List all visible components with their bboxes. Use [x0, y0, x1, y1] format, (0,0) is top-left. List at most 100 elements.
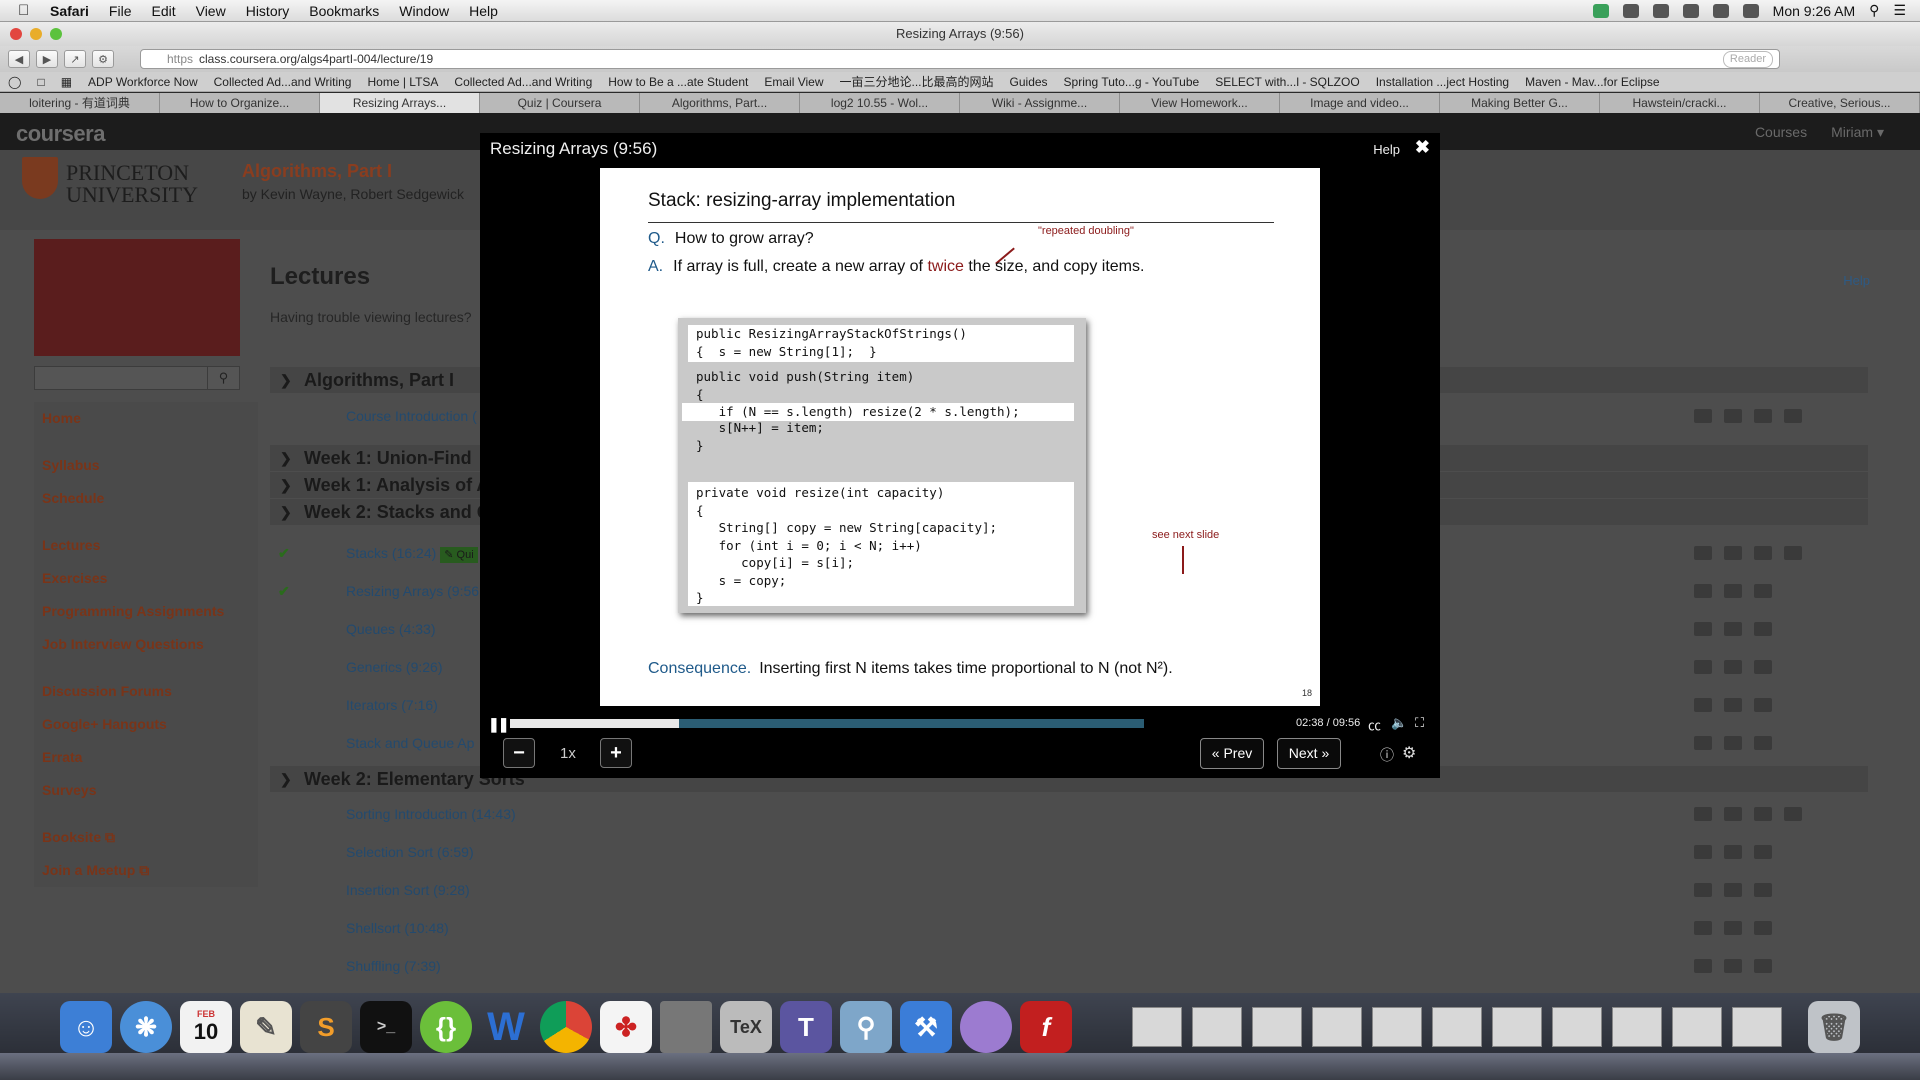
help-link[interactable]: Help: [1843, 273, 1870, 288]
bookmark-item[interactable]: Email View: [756, 75, 831, 89]
courses-link[interactable]: Courses: [1755, 124, 1807, 141]
browser-tab-active[interactable]: Resizing Arrays...: [320, 93, 480, 113]
safari-icon[interactable]: ❋: [120, 1001, 172, 1053]
bookmark-item[interactable]: Guides: [1002, 75, 1056, 89]
bookmark-item[interactable]: Home | LTSA: [359, 75, 446, 89]
sidebar-item-syllabus[interactable]: Syllabus: [34, 449, 258, 482]
sidebar-item-lectures[interactable]: Lectures: [34, 529, 258, 562]
minimize-window-button[interactable]: [30, 28, 42, 40]
menu-window[interactable]: Window: [389, 3, 459, 19]
reading-list-icon[interactable]: ◯: [0, 75, 29, 89]
share-icon[interactable]: ↗: [64, 50, 86, 68]
browser-tab[interactable]: Wiki - Assignme...: [960, 93, 1120, 113]
sidebar-item-home[interactable]: Home: [34, 402, 258, 435]
textmate-icon[interactable]: T: [780, 1001, 832, 1053]
minimized-window-thumbnail[interactable]: [1492, 1007, 1542, 1047]
bookmark-item[interactable]: Spring Tuto...g - YouTube: [1056, 75, 1208, 89]
menu-edit[interactable]: Edit: [141, 3, 185, 19]
sidebar-item-meetup[interactable]: Join a Meetup ⧉: [34, 854, 258, 887]
increase-speed-button[interactable]: +: [600, 738, 632, 768]
sidebar-item-hangouts[interactable]: Google+ Hangouts: [34, 708, 258, 741]
prev-lecture-button[interactable]: « Prev: [1200, 738, 1264, 769]
lecture-link[interactable]: ✔ Stacks (16:24) ✎ Qui: [278, 540, 478, 566]
bookmark-item[interactable]: 一亩三分地论...比最高的网站: [832, 73, 1002, 90]
back-icon[interactable]: ◀: [8, 50, 30, 68]
preview-icon[interactable]: ⚲: [840, 1001, 892, 1053]
subtitles-icon[interactable]: [1694, 883, 1712, 897]
sidebar-item-errata[interactable]: Errata: [34, 741, 258, 774]
fullscreen-icon[interactable]: ⛶: [1415, 715, 1424, 731]
menu-app-name[interactable]: Safari: [40, 3, 99, 19]
transcript-icon[interactable]: [1754, 409, 1772, 423]
subtitles-icon[interactable]: [1724, 546, 1742, 560]
download-icon[interactable]: [1754, 845, 1772, 859]
download-icon[interactable]: [1754, 698, 1772, 712]
lecture-link[interactable]: Stack and Queue Ap: [346, 730, 474, 756]
lecture-link[interactable]: Course Introduction (: [346, 403, 477, 429]
gear-icon[interactable]: ⚙: [1402, 743, 1416, 763]
input-flag-icon[interactable]: [1712, 3, 1729, 18]
chrome-icon[interactable]: [540, 1001, 592, 1053]
browser-tab[interactable]: loitering - 有道词典: [0, 93, 160, 113]
terminal-icon[interactable]: >_: [360, 1001, 412, 1053]
minimized-window-thumbnail[interactable]: [1372, 1007, 1422, 1047]
brackets-icon[interactable]: {}: [420, 1001, 472, 1053]
subtitles-icon[interactable]: [1694, 959, 1712, 973]
instruments-icon[interactable]: [960, 1001, 1012, 1053]
textedit-icon[interactable]: ✎: [240, 1001, 292, 1053]
slides-pdf-icon[interactable]: [1694, 807, 1712, 821]
lecture-link[interactable]: ✔ Resizing Arrays (9:56: [278, 578, 479, 604]
reader-button[interactable]: Reader: [1722, 51, 1773, 68]
browser-tab[interactable]: Image and video...: [1280, 93, 1440, 113]
bookmark-item[interactable]: Installation ...ject Hosting: [1368, 75, 1517, 89]
browser-tab[interactable]: Making Better G...: [1440, 93, 1600, 113]
slides-pdf-icon[interactable]: [1694, 546, 1712, 560]
video-progress-bar[interactable]: [510, 719, 1144, 728]
download-icon[interactable]: [1754, 736, 1772, 750]
minimized-window-thumbnail[interactable]: [1312, 1007, 1362, 1047]
top-sites-icon[interactable]: ▦: [53, 75, 80, 89]
lecture-slide[interactable]: Stack: resizing-array implementation "re…: [600, 168, 1320, 706]
bookmark-item[interactable]: Collected Ad...and Writing: [206, 75, 360, 89]
transcript-icon[interactable]: [1724, 736, 1742, 750]
bookmark-item[interactable]: SELECT with...l - SQLZOO: [1207, 75, 1367, 89]
sidebar-item-booksite[interactable]: Booksite ⧉: [34, 821, 258, 854]
close-icon[interactable]: ✖: [1415, 137, 1430, 158]
menu-history[interactable]: History: [236, 3, 300, 19]
decrease-speed-button[interactable]: −: [503, 738, 535, 768]
apple-icon[interactable]: : [18, 2, 40, 19]
browser-tab[interactable]: How to Organize...: [160, 93, 320, 113]
calendar-icon[interactable]: FEB 10: [180, 1001, 232, 1053]
slides-pdf-icon[interactable]: [1694, 409, 1712, 423]
sidebar-item-programming-assignments[interactable]: Programming Assignments: [34, 595, 258, 628]
minimized-window-thumbnail[interactable]: [1732, 1007, 1782, 1047]
lecture-link[interactable]: Insertion Sort (9:28): [346, 877, 470, 903]
quiz-badge[interactable]: ✎ Qui: [440, 547, 478, 563]
lecture-link[interactable]: Shuffling (7:39): [346, 953, 441, 979]
menu-help[interactable]: Help: [459, 3, 508, 19]
bookmark-item[interactable]: Collected Ad...and Writing: [446, 75, 600, 89]
lecture-link[interactable]: Queues (4:33): [346, 616, 436, 642]
spotlight-search-icon[interactable]: ⚲: [1869, 2, 1879, 19]
wifi-icon[interactable]: [1682, 3, 1699, 18]
browser-tab[interactable]: Algorithms, Part...: [640, 93, 800, 113]
next-lecture-button[interactable]: Next »: [1277, 738, 1341, 769]
transcript-icon[interactable]: [1724, 622, 1742, 636]
forward-icon[interactable]: ▶: [36, 50, 58, 68]
download-icon[interactable]: [1784, 409, 1802, 423]
subtitles-icon[interactable]: [1724, 807, 1742, 821]
course-search-input[interactable]: ⚲: [34, 366, 240, 390]
lecture-link[interactable]: Generics (9:26): [346, 654, 442, 680]
volume-icon[interactable]: 🔈: [1391, 715, 1407, 731]
transcript-icon[interactable]: [1754, 546, 1772, 560]
lecture-link[interactable]: Sorting Introduction (14:43): [346, 801, 516, 827]
sidebar-item-surveys[interactable]: Surveys: [34, 774, 258, 807]
coursera-logo[interactable]: coursera: [16, 121, 105, 147]
university-logo[interactable]: PRINCETON UNIVERSITY: [66, 162, 198, 206]
browser-tab[interactable]: Creative, Serious...: [1760, 93, 1920, 113]
menu-file[interactable]: File: [99, 3, 142, 19]
browser-tab[interactable]: Quiz | Coursera: [480, 93, 640, 113]
latexit-icon[interactable]: TeX: [720, 1001, 772, 1053]
subtitles-icon[interactable]: [1694, 845, 1712, 859]
trash-icon[interactable]: 🗑: [1808, 1001, 1860, 1053]
